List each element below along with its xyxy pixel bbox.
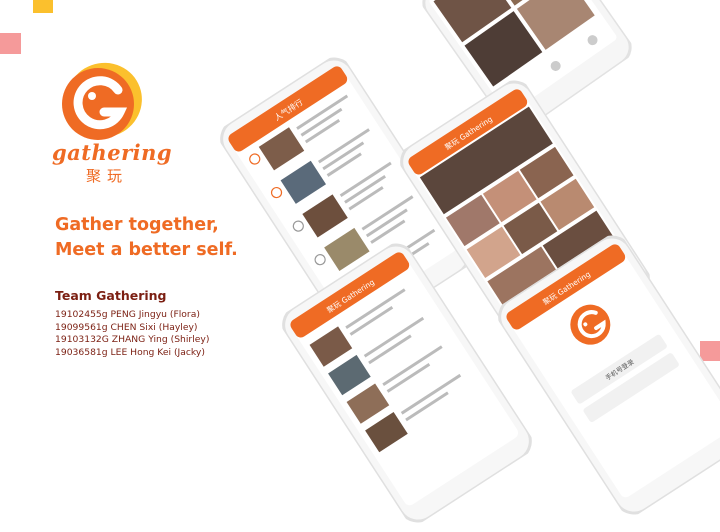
brand-logo <box>52 56 152 152</box>
corner-square-pink-top <box>0 33 21 54</box>
team-member: 19099561g CHEN Sixi (Hayley) <box>55 321 198 333</box>
brand-name: gathering <box>52 140 173 165</box>
corner-square-pink-bottom <box>700 341 720 361</box>
team-title: Team Gathering <box>55 288 167 303</box>
team-member: 19036581g LEE Hong Kei (Jacky) <box>55 346 205 358</box>
team-member: 19103132G ZHANG Ying (Shirley) <box>55 334 210 345</box>
tagline-line-2: Meet a better self. <box>55 240 238 260</box>
tagline-line-1: Gather together, <box>55 215 219 235</box>
corner-square-yellow-top <box>33 0 53 13</box>
brand-name-chinese: 聚玩 <box>85 167 128 185</box>
tagline: Gather together, Meet a better self. <box>55 213 238 263</box>
brand-wordmark: gathering 聚玩 <box>52 140 173 186</box>
team-member: 19102455g PENG Jingyu (Flora) <box>55 309 200 320</box>
team-member-list: 19102455g PENG Jingyu (Flora) 19099561g … <box>55 309 209 359</box>
